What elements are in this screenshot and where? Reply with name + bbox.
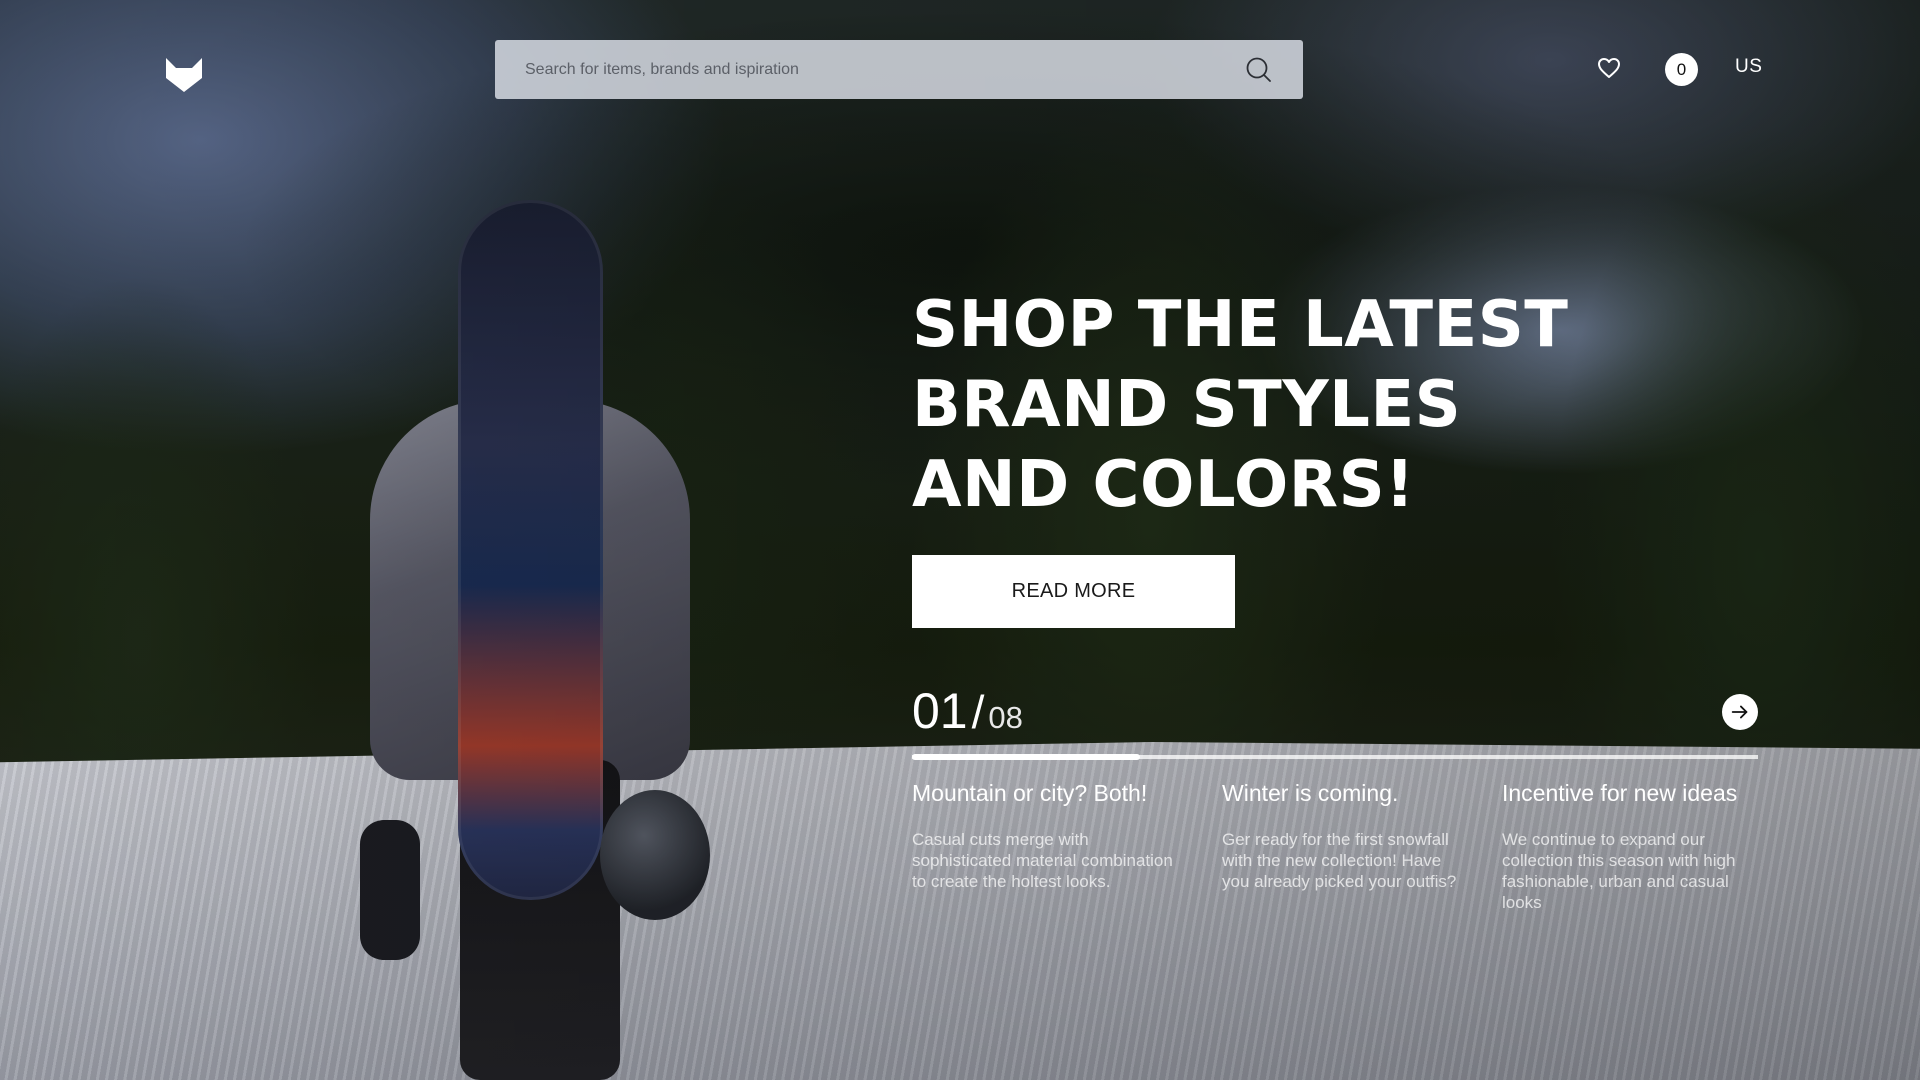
- next-slide-button[interactable]: [1722, 694, 1758, 730]
- hero-headline: SHOP THE LATEST BRAND STYLES AND COLORS!: [912, 285, 1612, 525]
- headline-line: BRAND STYLES: [912, 368, 1462, 442]
- hero-background-image: [0, 0, 1920, 1080]
- headline-line: AND COLORS!: [912, 448, 1415, 522]
- search-icon[interactable]: [1245, 56, 1273, 84]
- headline-line: SHOP THE LATEST: [912, 288, 1569, 362]
- feature-item: Mountain or city? Both! Casual cuts merg…: [912, 780, 1182, 892]
- search-bar: [495, 40, 1303, 99]
- read-more-button[interactable]: READ MORE: [912, 555, 1235, 628]
- arrow-right-icon: [1731, 705, 1748, 719]
- slide-current: 01: [912, 683, 968, 739]
- locale-selector[interactable]: US: [1735, 56, 1762, 78]
- image-overlay: [0, 0, 1920, 1080]
- heart-icon[interactable]: [1597, 57, 1621, 79]
- cart-count-badge[interactable]: 0: [1665, 53, 1698, 86]
- slide-progress-track[interactable]: [912, 754, 1758, 760]
- feature-title: Mountain or city? Both!: [912, 780, 1148, 806]
- slide-counter: 01 / 08: [912, 682, 1023, 740]
- feature-text: Casual cuts merge with sophisticated mat…: [912, 830, 1173, 891]
- feature-text: Ger ready for the first snowfall with th…: [1222, 830, 1457, 891]
- feature-title: Winter is coming.: [1222, 780, 1399, 806]
- fox-logo-icon[interactable]: [164, 56, 204, 94]
- feature-text: We continue to expand our collection thi…: [1502, 830, 1736, 912]
- slide-separator: /: [971, 686, 985, 738]
- feature-title: Incentive for new ideas: [1502, 780, 1738, 806]
- search-input[interactable]: [525, 60, 1245, 79]
- feature-item: Winter is coming. Ger ready for the firs…: [1222, 780, 1462, 892]
- slide-progress-fill: [912, 754, 1141, 760]
- slide-total: 08: [988, 700, 1023, 735]
- feature-item: Incentive for new ideas We continue to e…: [1502, 780, 1758, 913]
